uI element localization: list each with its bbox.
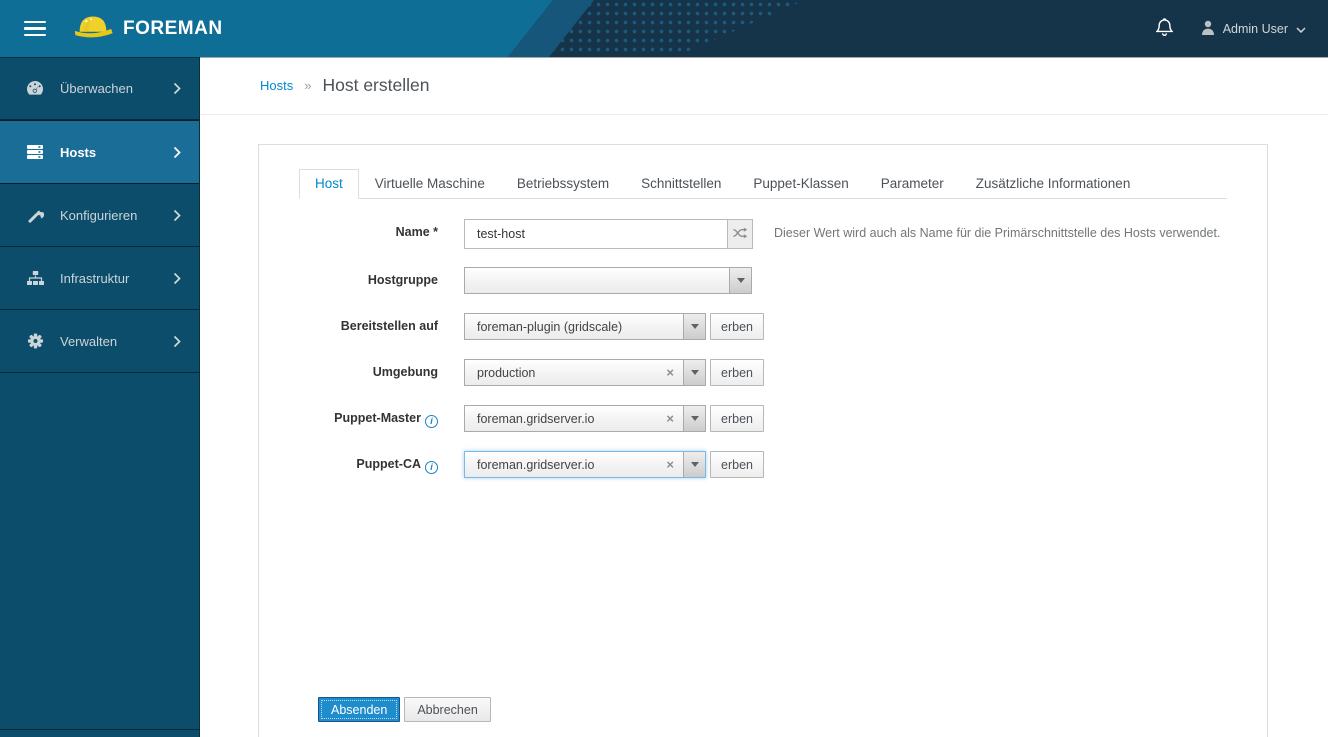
cancel-button[interactable]: Abbrechen xyxy=(404,697,491,722)
brand-title: FOREMAN xyxy=(123,17,223,39)
deploy-on-select[interactable]: foreman-plugin (gridscale) xyxy=(464,313,706,340)
environment-selected-value: production xyxy=(477,365,536,380)
user-avatar-icon xyxy=(1201,20,1215,38)
form-row-hostgruppe: Hostgruppe xyxy=(299,267,1227,294)
dropdown-arrow-icon[interactable] xyxy=(729,268,751,293)
sidebar-nav: Überwachen Hosts Konfigurieren Infrastru… xyxy=(0,57,200,737)
clear-selection-icon[interactable]: × xyxy=(666,452,683,477)
host-form: Name * test-host Dieser Wert wird auch a… xyxy=(299,219,1227,722)
main-content: Hosts » Host erstellen Host Virtuelle Ma… xyxy=(200,57,1328,737)
tab-parameter[interactable]: Parameter xyxy=(865,169,960,199)
page-title: Host erstellen xyxy=(322,75,430,95)
clear-selection-icon[interactable]: × xyxy=(666,406,683,431)
tab-puppet-klassen[interactable]: Puppet-Klassen xyxy=(737,169,864,199)
chevron-right-icon xyxy=(173,82,181,95)
host-form-card: Host Virtuelle Maschine Betriebssystem S… xyxy=(258,144,1268,737)
gauge-icon xyxy=(25,80,45,96)
hostgroup-label: Hostgruppe xyxy=(367,273,438,287)
breadcrumb-hosts-link[interactable]: Hosts xyxy=(260,78,293,93)
sidebar-item-label: Überwachen xyxy=(60,80,133,96)
tab-virtuelle-maschine[interactable]: Virtuelle Maschine xyxy=(359,169,501,199)
clear-selection-icon[interactable]: × xyxy=(666,360,683,385)
user-menu[interactable]: Admin User xyxy=(1201,20,1306,38)
chevron-right-icon xyxy=(173,272,181,285)
sidebar-item-verwalten[interactable]: Verwalten xyxy=(0,310,199,373)
puppet-ca-label: Puppet-CA xyxy=(356,457,421,471)
wrench-icon xyxy=(25,207,45,223)
randomize-name-button[interactable] xyxy=(728,219,753,249)
deploy-on-inherit-button[interactable]: erben xyxy=(710,313,764,340)
foreman-brand[interactable]: FOREMAN xyxy=(72,11,223,46)
dropdown-arrow-icon[interactable] xyxy=(683,314,705,339)
submit-button[interactable]: Absenden xyxy=(318,697,401,722)
chevron-right-icon xyxy=(173,146,181,159)
dropdown-arrow-icon[interactable] xyxy=(683,406,705,431)
tab-host[interactable]: Host xyxy=(299,169,359,199)
notifications-bell-icon[interactable] xyxy=(1154,17,1174,40)
name-input[interactable] xyxy=(464,219,728,249)
chevron-right-icon xyxy=(173,335,181,348)
server-icon xyxy=(25,144,45,160)
sidebar-item-label: Infrastruktur xyxy=(60,270,130,286)
puppet-ca-selected-value: foreman.gridserver.io xyxy=(477,457,595,472)
hard-hat-logo-icon xyxy=(72,11,114,46)
dropdown-arrow-icon[interactable] xyxy=(683,452,705,477)
sidebar-item-ueberwachen[interactable]: Überwachen xyxy=(0,57,199,120)
puppet-master-label: Puppet-Master xyxy=(334,411,421,425)
tab-schnittstellen[interactable]: Schnittstellen xyxy=(625,169,737,199)
sidebar-item-label: Konfigurieren xyxy=(60,207,138,223)
tab-zusaetzliche-informationen[interactable]: Zusätzliche Informationen xyxy=(960,169,1147,199)
environment-label: Umgebung xyxy=(372,365,438,379)
chevron-right-icon xyxy=(173,209,181,222)
info-icon[interactable]: i xyxy=(425,461,438,474)
form-row-umgebung: Umgebung production × erben xyxy=(299,359,1227,386)
form-row-name: Name * test-host Dieser Wert wird auch a… xyxy=(299,219,1227,249)
form-row-bereitstellen-auf: Bereitstellen auf foreman-plugin (gridsc… xyxy=(299,313,1227,340)
sidebar-item-infrastruktur[interactable]: Infrastruktur xyxy=(0,247,199,310)
name-help-text: Dieser Wert wird auch als Name für die P… xyxy=(774,226,1221,240)
random-icon xyxy=(732,227,748,242)
hostgroup-select[interactable] xyxy=(464,267,752,294)
sitemap-icon xyxy=(25,270,45,286)
dropdown-arrow-icon[interactable] xyxy=(683,360,705,385)
info-icon[interactable]: i xyxy=(425,415,438,428)
name-label: Name * xyxy=(395,225,438,239)
form-row-puppet-ca: Puppet-CA i foreman.gridserver.io × erben xyxy=(299,451,1227,478)
breadcrumb-separator: » xyxy=(304,78,312,93)
sidebar-item-hosts[interactable]: Hosts xyxy=(0,120,199,184)
user-name: Admin User xyxy=(1222,21,1288,36)
puppet-master-selected-value: foreman.gridserver.io xyxy=(477,411,595,426)
sidebar-item-konfigurieren[interactable]: Konfigurieren xyxy=(0,184,199,247)
top-navbar: FOREMAN Admin User xyxy=(0,0,1328,57)
sidebar-item-label: Verwalten xyxy=(60,333,118,349)
gear-icon xyxy=(25,333,45,349)
deploy-on-selected-value: foreman-plugin (gridscale) xyxy=(477,319,623,334)
form-tabs: Host Virtuelle Maschine Betriebssystem S… xyxy=(299,169,1227,199)
hamburger-menu-icon[interactable] xyxy=(24,17,46,41)
environment-select[interactable]: production × xyxy=(464,359,706,386)
form-empty-space xyxy=(299,497,1227,697)
environment-inherit-button[interactable]: erben xyxy=(710,359,764,386)
sidebar-footer-divider xyxy=(0,729,199,737)
caret-down-icon xyxy=(1296,22,1306,36)
hostgroup-selected-value xyxy=(465,268,729,293)
tab-betriebssystem[interactable]: Betriebssystem xyxy=(501,169,625,199)
deploy-on-label: Bereitstellen auf xyxy=(340,319,438,333)
breadcrumb: Hosts » Host erstellen xyxy=(200,57,1328,115)
puppet-ca-inherit-button[interactable]: erben xyxy=(710,451,764,478)
form-row-puppet-master: Puppet-Master i foreman.gridserver.io × e… xyxy=(299,405,1227,432)
puppet-master-inherit-button[interactable]: erben xyxy=(710,405,764,432)
puppet-master-select[interactable]: foreman.gridserver.io × xyxy=(464,405,706,432)
form-actions: Absenden Abbrechen xyxy=(318,697,1227,722)
puppet-ca-select[interactable]: foreman.gridserver.io × xyxy=(464,451,706,478)
sidebar-item-label: Hosts xyxy=(60,144,97,160)
